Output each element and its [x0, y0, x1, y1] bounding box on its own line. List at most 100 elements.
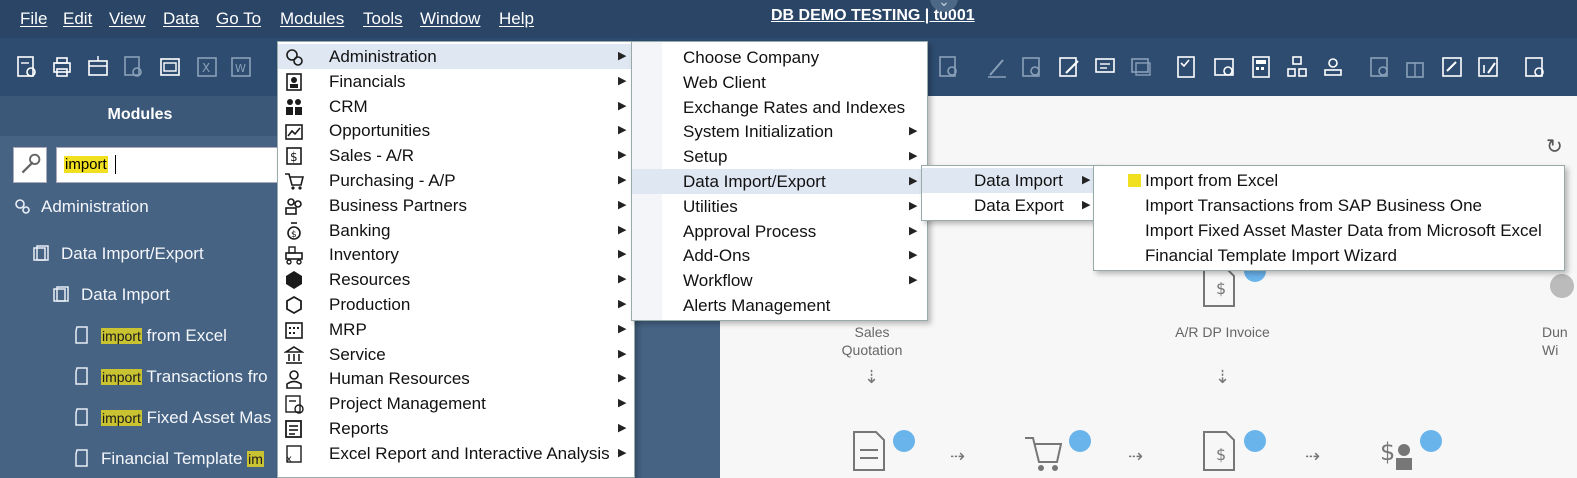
form-edit-icon[interactable] [1058, 55, 1080, 79]
calculator-icon[interactable] [1250, 55, 1272, 79]
excel-report-icon: x [284, 444, 304, 465]
search-match-highlight: import [101, 410, 142, 426]
menu-item-label: Administration [329, 47, 437, 66]
find-icon[interactable] [938, 55, 960, 79]
tree-item-data-import-export[interactable]: Data Import/Export [33, 244, 204, 264]
grid-add-icon[interactable] [1405, 55, 1427, 79]
layout-icon[interactable] [87, 55, 109, 79]
modules-menu-item-financials[interactable]: Financials ▶ [278, 69, 634, 94]
admin-menu-item-workflow[interactable]: Workflow ▶ [632, 268, 927, 293]
admin-menu-item-utilities[interactable]: Utilities ▶ [632, 194, 927, 219]
search-options-button[interactable] [13, 147, 47, 183]
admin-menu-item-web-client[interactable]: Web Client [632, 70, 927, 95]
admin-menu-item-choose-company[interactable]: Choose Company [632, 45, 927, 70]
menu-edit[interactable]: Edit [63, 9, 92, 29]
edit-icon[interactable] [986, 55, 1008, 79]
web-form-icon[interactable] [1524, 55, 1546, 79]
svg-text:$: $ [291, 230, 297, 240]
modules-menu-item-administration[interactable]: Administration ▶ [278, 44, 634, 69]
menu-view[interactable]: View [109, 9, 146, 29]
modules-menu-item-purchasing-a-p[interactable]: Purchasing - A/P ▶ [278, 168, 634, 193]
modules-menu-item-resources[interactable]: Resources ▶ [278, 267, 634, 292]
import-menu-item-4[interactable]: Financial Template Import Wizard [1094, 243, 1564, 268]
opportunities-icon [284, 121, 304, 141]
calendar-check-icon[interactable] [1213, 55, 1235, 79]
excel-icon[interactable]: X [196, 55, 218, 79]
menu-data[interactable]: Data [163, 9, 199, 29]
menu-item-label: Excel Report and Interactive Analysis [329, 443, 610, 463]
menu-tools[interactable]: Tools [363, 9, 403, 29]
modules-menu-item-project-management[interactable]: Project Management ▶ [278, 391, 634, 416]
message-icon[interactable] [1094, 55, 1116, 79]
preview-icon[interactable] [16, 55, 38, 79]
modules-menu-item-opportunities[interactable]: Opportunities ▶ [278, 118, 634, 143]
badge-icon[interactable] [893, 430, 915, 452]
menu-help[interactable]: Help [499, 9, 534, 29]
org-structure-icon[interactable] [1286, 55, 1308, 79]
email-icon[interactable] [159, 55, 181, 79]
administration-icon [284, 47, 304, 67]
dunning-wizard-icon[interactable] [1550, 274, 1574, 298]
admin-menu-item-data-import-export[interactable]: Data Import/Export ▶ [632, 169, 927, 194]
admin-menu-item-setup[interactable]: Setup ▶ [632, 144, 927, 169]
tree-item-import-fixed-asset[interactable]: import Fixed Asset Mas [73, 408, 271, 428]
menu-modules[interactable]: Modules [280, 9, 344, 29]
word-icon[interactable]: W [230, 55, 252, 79]
tree-item-import-transactions[interactable]: import Transactions fro [73, 367, 268, 387]
stamp-icon[interactable] [1322, 55, 1344, 79]
data-menu-item-data-import[interactable]: Data Import ▶ [922, 168, 1100, 193]
modules-menu-item-banking[interactable]: $ Banking ▶ [278, 218, 634, 243]
settings-form-icon[interactable] [1021, 55, 1043, 79]
import-menu-item-3[interactable]: Import Fixed Asset Master Data from Micr… [1094, 218, 1564, 243]
admin-menu-item-system-initialization[interactable]: System Initialization ▶ [632, 119, 927, 144]
import-menu-item-1[interactable]: Import from Excel [1094, 168, 1564, 193]
tree-item-financial-template[interactable]: Financial Template im [73, 449, 264, 469]
admin-menu-item-add-ons[interactable]: Add-Ons ▶ [632, 243, 927, 268]
modules-menu-item-reports[interactable]: Reports ▶ [278, 416, 634, 441]
modules-menu-item-crm[interactable]: CRM ▶ [278, 94, 634, 119]
modules-menu-item-production[interactable]: Production ▶ [278, 292, 634, 317]
data-menu-item-data-export[interactable]: Data Export ▶ [922, 193, 1100, 218]
modules-menu-item-human-resources[interactable]: Human Resources ▶ [278, 366, 634, 391]
checklist-icon[interactable] [1176, 55, 1198, 79]
modules-menu-item-sales-a-r[interactable]: $ Sales - A/R ▶ [278, 143, 634, 168]
modules-menu-item-excel-report-and-interactive-analysis[interactable]: x Excel Report and Interactive Analysis ▶ [278, 441, 634, 466]
refresh-form-icon[interactable] [1369, 55, 1391, 79]
cart-flow-icon[interactable] [1023, 430, 1063, 474]
menu-item-label: CRM [329, 96, 368, 116]
chart-edit-icon[interactable] [1477, 55, 1499, 79]
inventory-icon [284, 245, 304, 266]
svg-text:$: $ [1216, 445, 1226, 464]
export-value-icon[interactable] [1441, 55, 1463, 79]
menu-goto[interactable]: Go To [216, 9, 261, 29]
import-menu-item-2[interactable]: Import Transactions from SAP Business On… [1094, 193, 1564, 218]
tree-item-administration[interactable]: Administration [13, 197, 149, 217]
print-icon[interactable] [51, 55, 73, 79]
badge-icon[interactable] [1420, 430, 1442, 452]
menu-file[interactable]: File [20, 9, 47, 29]
refresh-icon[interactable]: ↻ [1546, 134, 1563, 159]
modules-menu-item-business-partners[interactable]: Business Partners ▶ [278, 193, 634, 218]
admin-menu-item-exchange-rates-and-indexes[interactable]: Exchange Rates and Indexes [632, 95, 927, 120]
modules-menu-item-inventory[interactable]: Inventory ▶ [278, 242, 634, 267]
person-icon [284, 369, 304, 390]
messages-icon[interactable] [1130, 55, 1152, 79]
ar-invoice-icon[interactable]: $ [1200, 430, 1240, 474]
modules-menu-item-mrp[interactable]: MRP ▶ [278, 317, 634, 342]
ar-dp-invoice-icon[interactable]: $ [1200, 266, 1240, 310]
menu-window[interactable]: Window [420, 9, 480, 29]
incoming-payment-icon[interactable]: $ [1378, 430, 1418, 474]
badge-icon[interactable] [1069, 430, 1091, 452]
sales-order-icon[interactable] [850, 430, 890, 474]
sales-icon: $ [284, 146, 304, 166]
admin-menu-item-alerts-management[interactable]: Alerts Management [632, 293, 927, 318]
tree-item-data-import[interactable]: Data Import [53, 285, 170, 305]
admin-menu-item-approval-process[interactable]: Approval Process ▶ [632, 219, 927, 244]
tree-item-import-from-excel[interactable]: import from Excel [73, 326, 227, 346]
submenu-arrow-icon: ▶ [618, 273, 627, 286]
send-message-icon[interactable] [122, 55, 144, 79]
menu-item-label: Workflow [683, 271, 753, 291]
badge-icon[interactable] [1244, 430, 1266, 452]
modules-menu-item-service[interactable]: Service ▶ [278, 342, 634, 367]
menu-item-label: Utilities [683, 196, 738, 216]
